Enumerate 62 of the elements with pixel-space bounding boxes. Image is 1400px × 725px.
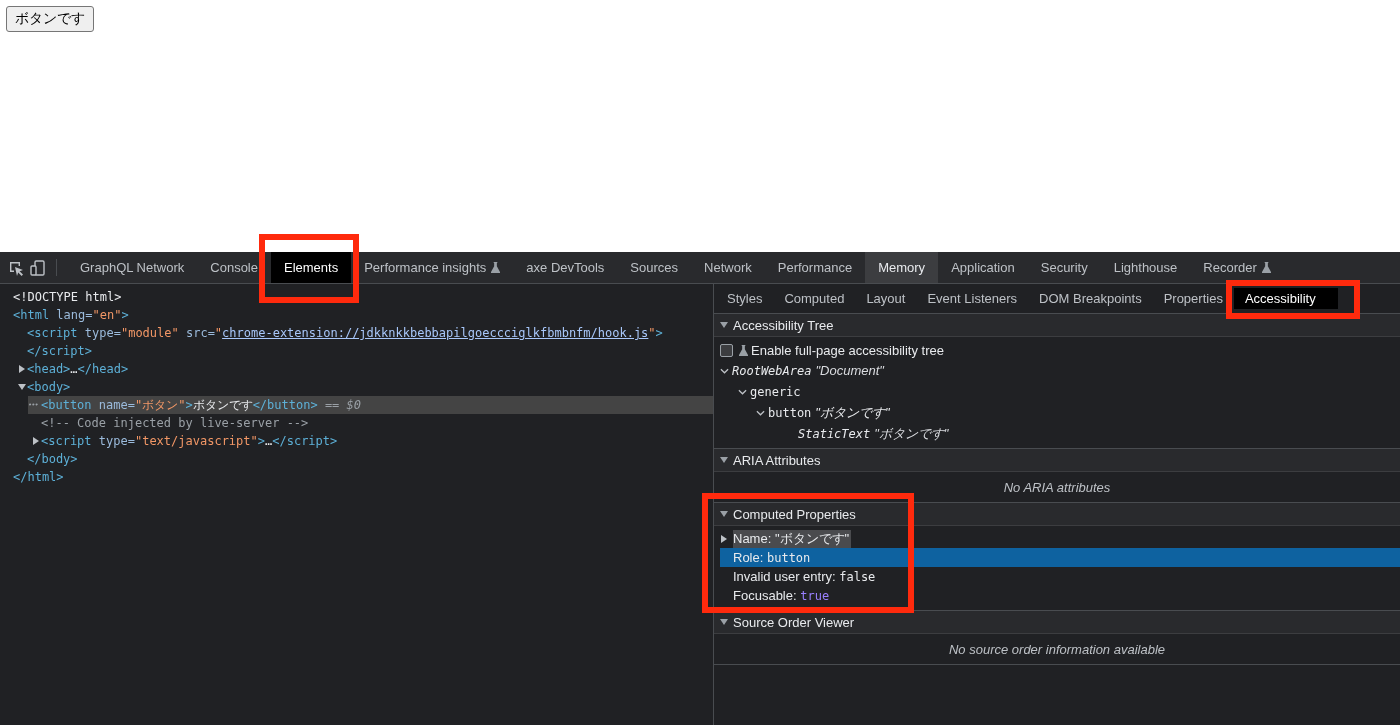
collapsed-triangle-icon[interactable] (32, 437, 40, 445)
section-header[interactable]: ARIA Attributes (714, 449, 1400, 472)
devtools-tab[interactable]: Console (197, 252, 271, 283)
devtools-tab[interactable]: Recorder (1190, 252, 1284, 283)
property-line: Role: button (733, 550, 812, 565)
sidebar-tab[interactable]: Computed (773, 284, 856, 313)
devtools-tab[interactable]: Sources (617, 252, 692, 283)
expanded-triangle-icon[interactable] (18, 383, 26, 391)
property-line: Invalid user entry: false (733, 569, 877, 584)
expanded-triangle-icon[interactable] (720, 456, 728, 464)
code-line: </html> (13, 470, 64, 484)
link[interactable]: chrome-extension://jdkknkkbebbapilgoeccciglkfbmbnfm/hook.js (222, 326, 649, 340)
empty-message: No source order information available (948, 641, 1166, 657)
tree-node[interactable]: RootWebArea "Document" (732, 363, 884, 378)
devtools-tab[interactable]: Security (1027, 252, 1101, 283)
code-line: <!DOCTYPE html> (13, 290, 122, 304)
code-line: </body> (27, 452, 78, 466)
inspect-element-icon[interactable] (8, 259, 24, 276)
collapsed-triangle-icon[interactable] (720, 534, 728, 543)
expanded-triangle-icon[interactable] (720, 618, 728, 626)
chevron-down-icon[interactable] (720, 367, 729, 374)
sidebar-tab[interactable]: Accessibility (1233, 288, 1338, 309)
devtools-tab[interactable]: Network (691, 252, 765, 283)
code-line: <body> (27, 380, 71, 394)
sidebar-tab[interactable]: Event Listeners (916, 284, 1029, 313)
devtools-tab[interactable]: Performance insights (351, 252, 514, 283)
device-toolbar-icon[interactable] (30, 259, 46, 276)
devtools-tab[interactable]: Lighthouse (1100, 252, 1191, 283)
devtools-tab[interactable]: axe DevTools (513, 252, 618, 283)
devtools-tab[interactable]: Memory (865, 252, 939, 283)
devtools-tab[interactable]: GraphQL Network (67, 252, 198, 283)
code-line: <button name="ボタン">ボタンです</button> == $0 (41, 396, 361, 414)
devtools-tab[interactable]: Elements (271, 252, 352, 283)
checkbox-label: Enable full-page accessibility tree (751, 342, 944, 358)
sidebar-tab[interactable]: DOM Breakpoints (1028, 284, 1153, 313)
checkbox[interactable] (720, 343, 733, 357)
sidebar-tab[interactable]: Properties (1152, 284, 1234, 313)
devtools-tab[interactable]: Performance (764, 252, 866, 283)
code-line: <script type="text/javascript">…</script> (41, 434, 338, 448)
flask-icon (739, 344, 748, 356)
expanded-triangle-icon[interactable] (720, 510, 728, 518)
empty-message: No ARIA attributes (1003, 479, 1111, 495)
code-line: <script type="module" src="chrome-extension://jdkknkkbebbapilgoeccciglkfbmbnfm/hook.js"> (27, 326, 663, 340)
sidebar-tab[interactable]: Styles (716, 284, 774, 313)
section-header[interactable]: Accessibility Tree (714, 314, 1400, 337)
expanded-triangle-icon[interactable] (720, 321, 728, 329)
code-line: <!-- Code injected by live-server --> (41, 416, 309, 430)
code-line: </script> (27, 344, 93, 358)
tree-node[interactable]: button "ボタンです" (768, 403, 890, 422)
page-button[interactable]: ボタンです (6, 6, 94, 32)
property-line: Focusable: true (733, 588, 831, 603)
section-header[interactable]: Source Order Viewer (714, 611, 1400, 634)
chevron-down-icon[interactable] (738, 388, 747, 395)
code-line: <html lang="en"> (13, 308, 129, 322)
devtools-tab[interactable]: Application (938, 252, 1028, 283)
sidebar-tab[interactable]: Layout (855, 284, 917, 313)
tree-node[interactable]: generic (750, 384, 801, 399)
tree-node[interactable]: StaticText "ボタンです" (798, 424, 949, 443)
code-line: <head>…</head> (27, 362, 129, 376)
collapsed-triangle-icon[interactable] (18, 365, 26, 373)
chevron-down-icon[interactable] (756, 409, 765, 416)
section-header[interactable]: Computed Properties (714, 503, 1400, 526)
